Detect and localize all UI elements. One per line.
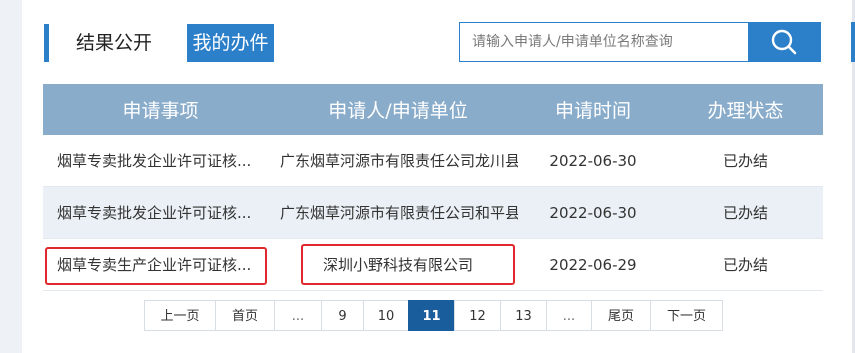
header-applicant: 申请人/申请单位 (328, 100, 468, 122)
row-item-text: 烟草专卖批发企业许可证核... (57, 204, 252, 222)
tab-results-public[interactable]: 结果公开 (68, 24, 160, 62)
search-input[interactable] (460, 23, 750, 61)
side-tab-edge[interactable] (851, 22, 855, 62)
pagination-ellipsis: ... (546, 300, 592, 331)
row-status: 已办结 (722, 204, 768, 222)
row-date: 2022-06-30 (549, 203, 637, 222)
row-applicant-text: 广东烟草河源市有限责任公司和平县... (280, 204, 518, 222)
page-button[interactable]: 13 (500, 300, 547, 331)
pagination: 上一页 首页 ... 9 10 11 12 13 ... 尾页 下一页 (144, 300, 723, 331)
page-button[interactable]: 9 (321, 300, 364, 331)
last-page-button[interactable]: 尾页 (591, 300, 651, 331)
search-button[interactable] (748, 22, 820, 62)
search-icon (771, 29, 797, 55)
page-button-current[interactable]: 11 (408, 300, 455, 331)
row-status: 已办结 (722, 152, 768, 170)
row-item[interactable]: 烟草专卖批发企业许可证核... (43, 187, 278, 238)
prev-page-button[interactable]: 上一页 (144, 300, 216, 331)
header-item: 申请事项 (122, 100, 199, 122)
row-date: 2022-06-29 (549, 255, 637, 274)
row-applicant: 广东烟草河源市有限责任公司龙川县... (278, 135, 518, 186)
pagination-ellipsis: ... (274, 300, 322, 331)
highlight-box-applicant (301, 244, 515, 285)
next-page-button[interactable]: 下一页 (650, 300, 723, 331)
row-date: 2022-06-30 (549, 151, 637, 170)
page-button[interactable]: 10 (363, 300, 409, 331)
header-date: 申请时间 (554, 100, 631, 122)
row-applicant-text: 广东烟草河源市有限责任公司龙川县... (280, 152, 518, 170)
highlight-box-item (45, 247, 267, 285)
search-box (459, 22, 821, 62)
tab-my-cases[interactable]: 我的办件 (187, 24, 274, 62)
section-accent-bar (44, 24, 49, 62)
row-applicant: 广东烟草河源市有限责任公司和平县... (278, 187, 518, 238)
header-status: 办理状态 (707, 100, 784, 122)
row-item[interactable]: 烟草专卖批发企业许可证核... (43, 135, 278, 186)
row-status: 已办结 (722, 256, 768, 274)
table-row[interactable]: 烟草专卖批发企业许可证核... 广东烟草河源市有限责任公司龙川县... 2022… (43, 135, 823, 187)
page-button[interactable]: 12 (454, 300, 501, 331)
row-item-text: 烟草专卖批发企业许可证核... (57, 152, 252, 170)
table-header: 申请事项 申请人/申请单位 申请时间 办理状态 (43, 84, 823, 135)
first-page-button[interactable]: 首页 (215, 300, 275, 331)
table-row[interactable]: 烟草专卖批发企业许可证核... 广东烟草河源市有限责任公司和平县... 2022… (43, 187, 823, 239)
